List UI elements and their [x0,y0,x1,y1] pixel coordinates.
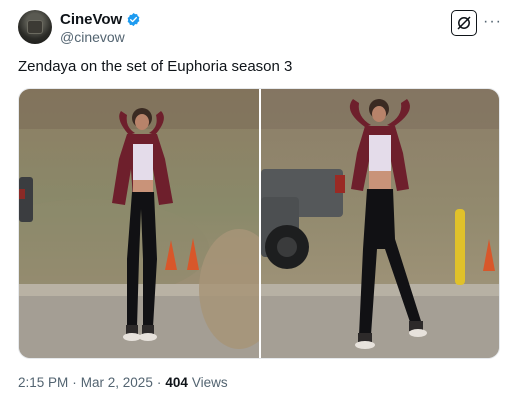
views-label: Views [191,375,228,390]
grok-icon [457,16,471,30]
avatar-icon [27,20,43,34]
meta-separator: · [72,375,77,390]
photo-1-image [19,89,259,358]
meta-separator: · [156,375,162,390]
verified-badge-icon [127,12,140,27]
photo-2[interactable] [261,89,499,358]
tweet-text: Zendaya on the set of Euphoria season 3 [18,58,293,75]
more-dots-icon: ··· [483,13,502,30]
tweet-meta: 2:15 PM · Mar 2, 2025 · 404 Views [18,375,228,390]
photo-2-image [261,89,499,358]
author-display-name[interactable]: CineVow [60,11,122,28]
views-count: 404 [165,375,188,390]
post-time[interactable]: 2:15 PM [18,375,68,390]
author-avatar[interactable] [18,10,52,44]
more-options-button[interactable]: ··· [483,13,502,31]
author-handle[interactable]: @cinevow [60,29,125,45]
grok-button[interactable] [451,10,477,36]
author-name-row: CineVow [60,11,141,28]
photo-1[interactable] [19,89,259,358]
post-date[interactable]: Mar 2, 2025 [81,375,153,390]
media-grid [18,88,500,359]
tweet-card: CineVow @cinevow ··· Zendaya on the set … [0,0,510,400]
